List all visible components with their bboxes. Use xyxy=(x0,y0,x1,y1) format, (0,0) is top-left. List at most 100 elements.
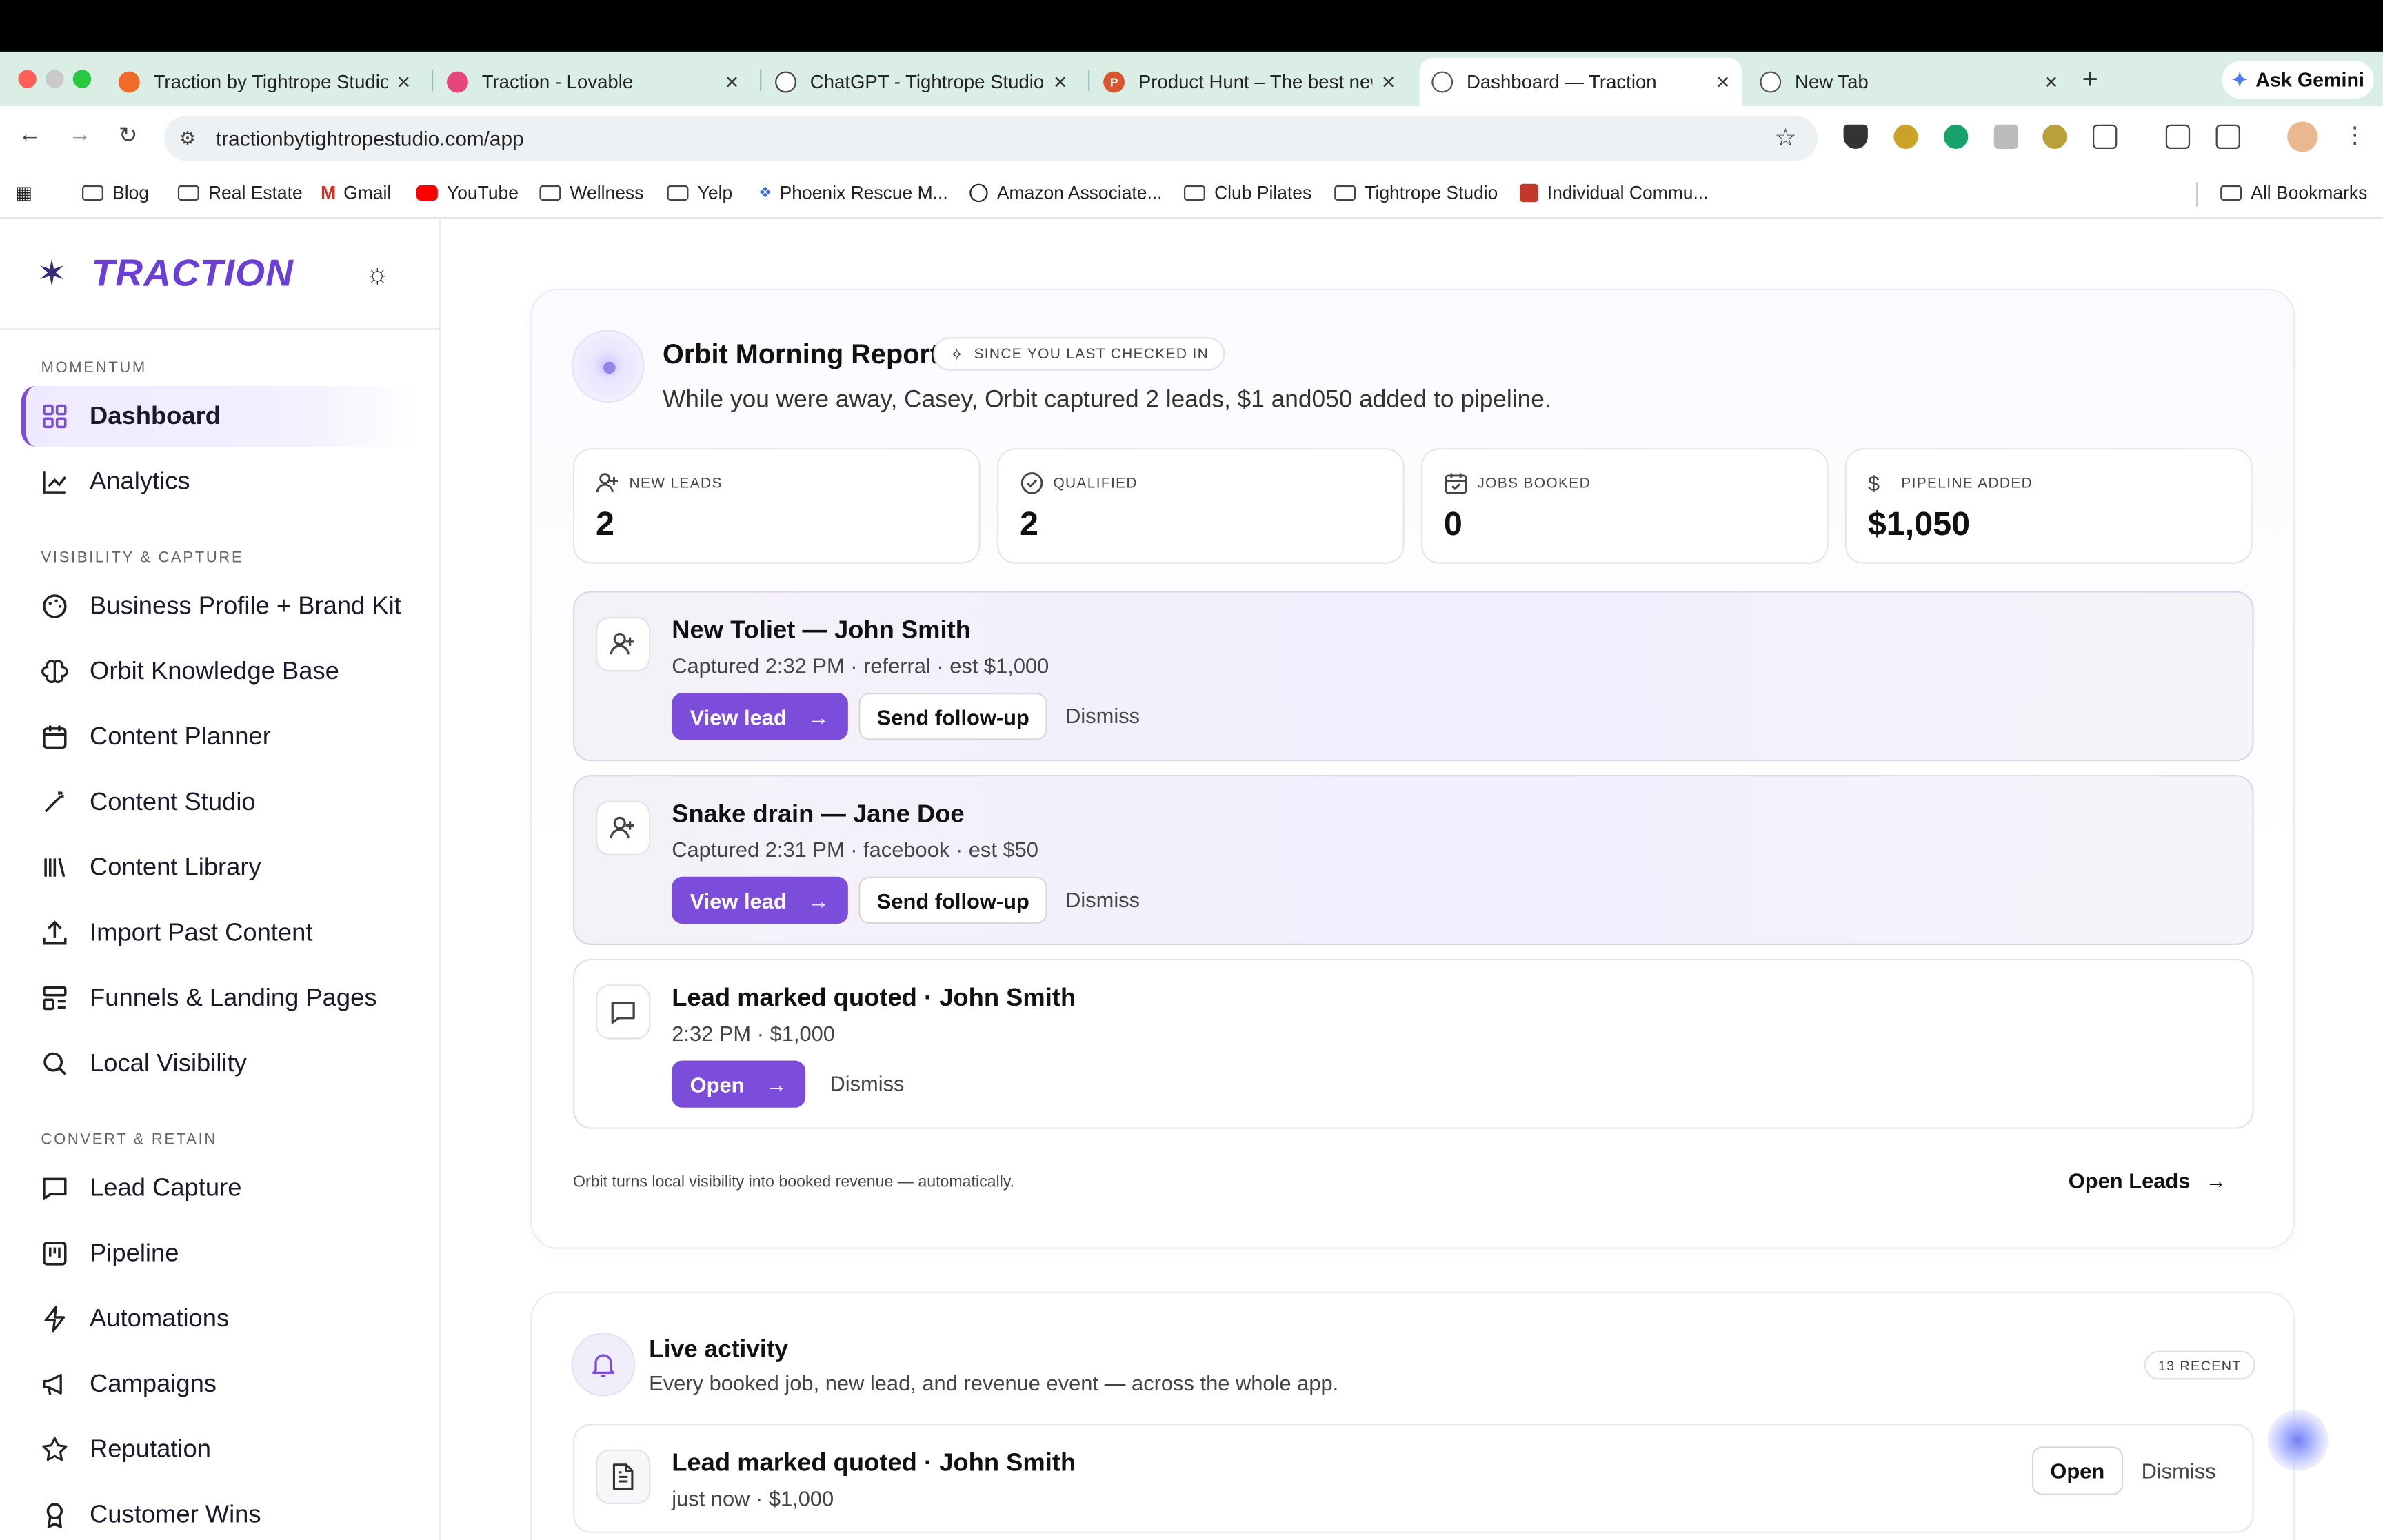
browser-menu-icon[interactable]: ⋮ xyxy=(2344,121,2366,149)
bookmark-divider xyxy=(2195,182,2198,207)
stat-value: 2 xyxy=(1019,504,1038,543)
site-info-icon[interactable]: ⚙ xyxy=(179,128,201,149)
dismiss-button[interactable]: Dismiss xyxy=(2142,1459,2216,1483)
browser-tab-active[interactable]: Dashboard — Traction × xyxy=(1419,57,1742,107)
live-activity-card: Live activity Every booked job, new lead… xyxy=(530,1291,2295,1540)
stat-card-pipeline-added: $ PIPELINE ADDED $1,050 xyxy=(1844,448,2253,564)
sidebar-item-label: Campaigns xyxy=(90,1369,217,1397)
tab-search-icon[interactable] xyxy=(2215,124,2240,150)
arrow-right-icon: → xyxy=(765,1071,787,1097)
bookmark-star-icon[interactable]: ☆ xyxy=(1775,123,1797,154)
sidebar-item-pipeline[interactable]: Pipeline xyxy=(21,1223,419,1284)
lightning-icon xyxy=(41,1305,69,1333)
bookmark-folder[interactable]: Wellness xyxy=(539,182,643,203)
grammarly-icon[interactable] xyxy=(1944,124,1969,150)
window-close-button[interactable] xyxy=(18,70,37,88)
ask-gemini-button[interactable]: ✦ Ask Gemini xyxy=(2222,61,2374,99)
view-lead-button[interactable]: View lead → xyxy=(672,876,847,924)
browser-tab[interactable]: Traction by Tightrope Studio | × xyxy=(106,58,422,107)
dismiss-button[interactable]: Dismiss xyxy=(1065,887,1140,911)
live-activity-title: Live activity xyxy=(649,1337,789,1364)
dismiss-button[interactable]: Dismiss xyxy=(829,1071,904,1095)
sidebar-item-automations[interactable]: Automations xyxy=(21,1288,419,1349)
browser-tab[interactable]: P Product Hunt – The best new × xyxy=(1092,58,1407,107)
brand-logo[interactable]: ✶ TRACTION xyxy=(37,252,294,296)
bookmark-link[interactable]: ❖ Phoenix Rescue M... xyxy=(758,182,948,203)
bookmark-folder[interactable]: Real Estate xyxy=(177,182,303,203)
extension-icon[interactable] xyxy=(2042,124,2067,150)
tab-close-icon[interactable]: × xyxy=(1382,69,1395,94)
extension-icon[interactable] xyxy=(1993,124,2019,150)
sidebar-item-business-profile[interactable]: Business Profile + Brand Kit xyxy=(21,576,419,636)
puzzle-icon[interactable] xyxy=(2093,124,2118,150)
tab-close-icon[interactable]: × xyxy=(1716,69,1729,94)
stat-value: 0 xyxy=(1443,504,1462,543)
sidebar-item-funnels[interactable]: Funnels & Landing Pages xyxy=(21,968,419,1029)
theme-toggle-sun-icon[interactable]: ☼ xyxy=(365,259,390,290)
sidebar-item-dashboard[interactable]: Dashboard xyxy=(21,385,420,447)
sidebar-item-content-library[interactable]: Content Library xyxy=(21,837,419,898)
orbit-assistant-button[interactable] xyxy=(2267,1410,2329,1471)
tab-close-icon[interactable]: × xyxy=(725,69,738,94)
url-text[interactable]: tractionbytightropestudio.com/app xyxy=(216,127,524,150)
sidebar-item-local-visibility[interactable]: Local Visibility xyxy=(21,1033,419,1094)
tab-close-icon[interactable]: × xyxy=(2044,69,2058,94)
back-icon[interactable]: ← xyxy=(18,121,41,147)
megaphone-icon xyxy=(41,1370,69,1398)
bookmark-folder[interactable]: Blog xyxy=(82,182,149,203)
lead-meta: Captured 2:31 PM · facebook · est $50 xyxy=(672,837,1038,862)
tab-close-icon[interactable]: × xyxy=(1054,69,1067,94)
new-tab-button[interactable]: + xyxy=(2082,64,2098,96)
profile-avatar[interactable] xyxy=(2287,121,2318,152)
sidebar-item-customer-wins[interactable]: Customer Wins xyxy=(21,1484,419,1540)
sidebar: ✶ TRACTION ☼ MOMENTUM Dashboard Analytic… xyxy=(0,219,441,1540)
brain-icon xyxy=(41,658,69,685)
bookmark-link[interactable]: Individual Commu... xyxy=(1520,182,1709,203)
sidebar-item-content-studio[interactable]: Content Studio xyxy=(21,772,419,833)
browser-tab[interactable]: New Tab × xyxy=(1748,58,2070,107)
bookmark-folder[interactable]: Club Pilates xyxy=(1183,182,1312,204)
sidebar-item-label: Content Studio xyxy=(90,787,256,815)
forward-icon[interactable]: → xyxy=(68,121,91,147)
sidebar-item-knowledge-base[interactable]: Orbit Knowledge Base xyxy=(21,641,419,702)
tab-close-icon[interactable]: × xyxy=(397,69,410,94)
bookmark-link[interactable]: M Gmail xyxy=(321,182,391,203)
sidebar-item-campaigns[interactable]: Campaigns xyxy=(21,1354,419,1415)
message-square-icon xyxy=(41,1175,69,1202)
all-bookmarks-button[interactable]: All Bookmarks xyxy=(2220,182,2367,203)
screenshot-icon[interactable] xyxy=(2165,124,2191,150)
sidebar-item-lead-capture[interactable]: Lead Capture xyxy=(21,1158,419,1219)
bookmark-label: Club Pilates xyxy=(1214,182,1312,204)
open-button[interactable]: Open xyxy=(2031,1446,2123,1495)
activity-title: Lead marked quoted · John Smith xyxy=(672,984,1076,1012)
open-leads-link[interactable]: Open Leads → xyxy=(2069,1168,2227,1193)
dismiss-button[interactable]: Dismiss xyxy=(1065,703,1140,727)
extension-icon[interactable] xyxy=(1893,124,1918,150)
bookmark-folder[interactable]: Yelp xyxy=(667,182,732,203)
sidebar-divider xyxy=(0,328,441,330)
window-minimize-button[interactable] xyxy=(46,70,64,88)
window-maximize-button[interactable] xyxy=(72,70,92,88)
reload-icon[interactable]: ↻ xyxy=(119,121,138,149)
bookmark-folder[interactable]: Tightrope Studio xyxy=(1334,182,1498,203)
bookmark-link[interactable]: Amazon Associate... xyxy=(969,182,1163,203)
send-follow-up-button[interactable]: Send follow-up xyxy=(858,876,1048,924)
stat-value: $1,050 xyxy=(1867,504,1971,543)
sidebar-item-import-content[interactable]: Import Past Content xyxy=(21,902,419,963)
send-follow-up-button[interactable]: Send follow-up xyxy=(858,693,1048,740)
sidebar-item-reputation[interactable]: Reputation xyxy=(21,1419,419,1480)
apps-grid-icon[interactable]: ▦ xyxy=(15,182,32,203)
live-activity-subtitle: Every booked job, new lead, and revenue … xyxy=(649,1370,1339,1395)
open-button[interactable]: Open → xyxy=(672,1060,805,1108)
sidebar-item-content-planner[interactable]: Content Planner xyxy=(21,707,419,767)
bookmark-link[interactable]: YouTube xyxy=(416,182,519,203)
browser-tab[interactable]: ChatGPT - Tightrope Studio × xyxy=(763,58,1078,107)
sidebar-item-analytics[interactable]: Analytics xyxy=(21,452,419,512)
extension-shield-icon[interactable] xyxy=(1843,124,1868,150)
sidebar-item-label: Funnels & Landing Pages xyxy=(90,984,377,1011)
address-bar[interactable]: ⚙ tractionbytightropestudio.com/app ☆ xyxy=(164,115,1818,161)
button-label: Open xyxy=(690,1071,745,1097)
browser-tab[interactable]: Traction - Lovable × xyxy=(434,58,750,107)
view-lead-button[interactable]: View lead → xyxy=(672,693,847,740)
calendar-icon xyxy=(41,723,69,751)
